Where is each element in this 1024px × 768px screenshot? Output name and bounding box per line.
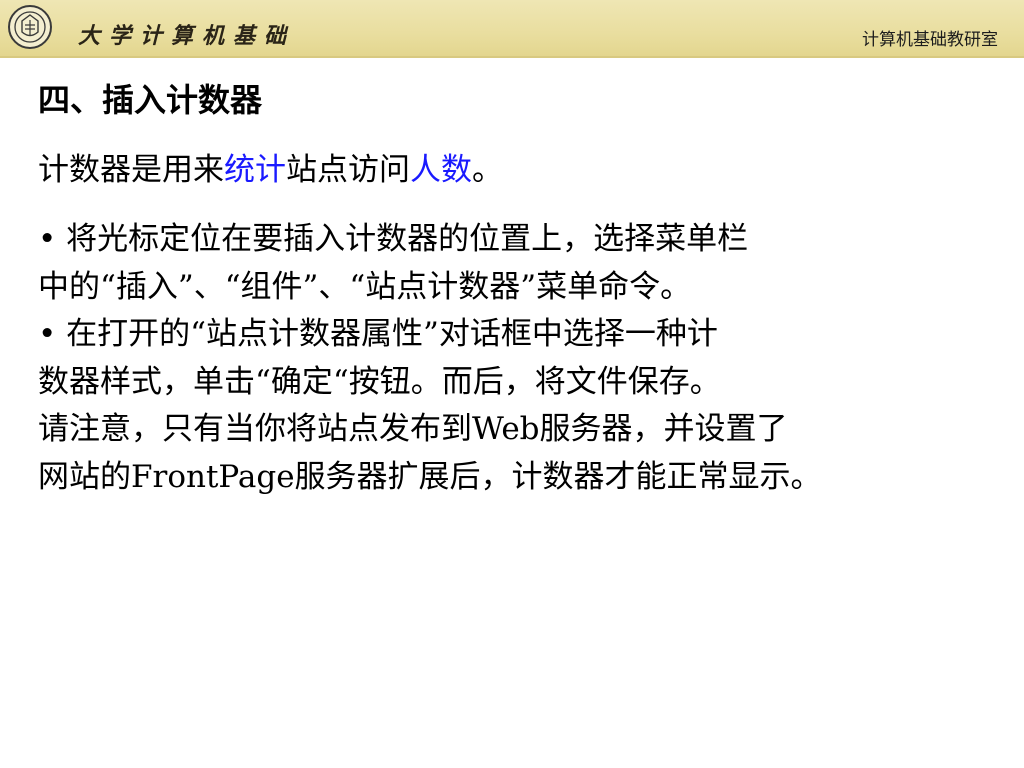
instruction-line: 请注意，只有当你将站点发布到Web服务器，并设置了 [38, 411, 788, 447]
instruction-block: • 将光标定位在要插入计数器的位置上，选择菜单栏 中的“插入”、“组件”、“站点… [38, 216, 1013, 501]
instruction-line: 中的“插入”、“组件”、“站点计数器”菜单命令。 [38, 268, 692, 305]
instruction-line: • 在打开的“站点计数器属性”对话框中选择一种计 [38, 316, 718, 352]
department-name: 计算机基础教研室 [862, 30, 998, 50]
university-seal-icon [8, 5, 52, 49]
intro-sentence: 计数器是用来统计站点访问人数。 [38, 148, 1013, 192]
intro-highlight-2: 人数 [410, 152, 472, 188]
header-banner: 大学计算机基础 计算机基础教研室 [0, 0, 1024, 58]
slide-heading: 四、插入计数器 [38, 81, 263, 119]
instruction-line: 网站的FrontPage服务器扩展后，计数器才能正常显示。 [38, 458, 822, 495]
intro-part3: 。 [472, 152, 503, 188]
intro-highlight-1: 统计 [224, 152, 286, 188]
intro-part2: 站点访问 [286, 152, 410, 188]
instruction-line: 数器样式，单击“确定“按钮。而后，将文件保存。 [38, 363, 721, 400]
instruction-line: • 将光标定位在要插入计数器的位置上，选择菜单栏 [38, 221, 749, 257]
course-brand-title: 大学计算机基础 [78, 23, 296, 49]
intro-part1: 计数器是用来 [38, 152, 224, 188]
slide-content: 四、插入计数器 计数器是用来统计站点访问人数。 • 将光标定位在要插入计数器的位… [38, 78, 1013, 501]
